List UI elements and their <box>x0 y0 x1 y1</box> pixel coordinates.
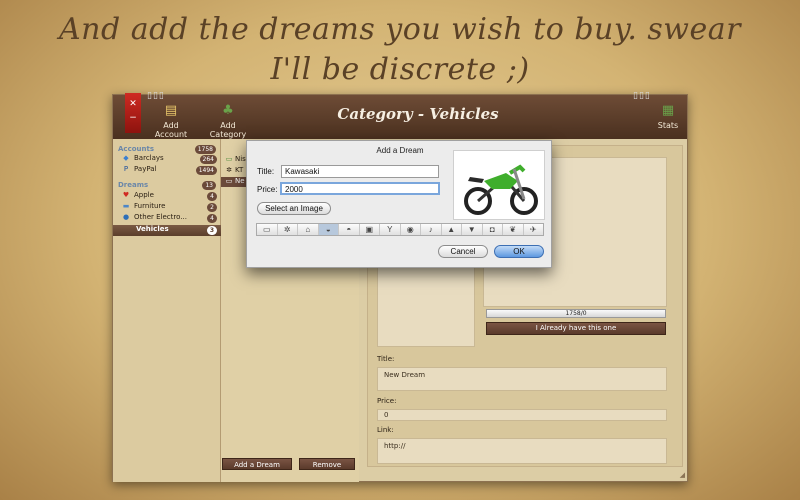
accounts-header: Accounts <box>118 145 155 153</box>
dreams-header: Dreams <box>118 181 149 189</box>
tree-icon[interactable]: ▲ <box>442 224 462 235</box>
laptop-icon[interactable]: ▭ <box>257 224 278 235</box>
close-icon[interactable]: ✕ <box>125 97 141 111</box>
sidebar-item-paypal[interactable]: P PayPal 1494 <box>121 165 217 176</box>
add-dream-dialog: Add a Dream Title: Kawasaki Price: 2000 … <box>246 140 552 268</box>
dialog-price-input[interactable]: 2000 <box>280 182 440 195</box>
stats-icon: ▦ <box>661 103 675 118</box>
accounts-count: 1758 <box>194 145 216 154</box>
binder-rings-icon: ▯▯▯ <box>147 91 165 101</box>
dialog-title-input[interactable]: Kawasaki <box>281 165 439 178</box>
link-label: Link: <box>377 426 394 434</box>
title-field[interactable]: New Dream <box>377 367 667 391</box>
add-category-button[interactable]: ♣ Add Category <box>201 103 255 139</box>
furniture-icon: ▬ <box>122 202 130 210</box>
binder-rings-icon: ▯▯▯ <box>633 91 651 101</box>
car-icon[interactable]: ◒ <box>318 224 339 235</box>
add-account-label: Add Account <box>154 121 188 139</box>
cake-icon[interactable]: ◓ <box>339 224 360 235</box>
add-category-label: Add Category <box>209 121 247 139</box>
gift-icon[interactable]: ▣ <box>360 224 380 235</box>
ok-button[interactable]: OK <box>494 245 544 258</box>
remove-button[interactable]: Remove <box>299 458 355 470</box>
count-badge: 2 <box>207 203 217 212</box>
toolbar: ✕ − ▯▯▯ ▯▯▯ ▤ Add Account ♣ Add Category… <box>113 91 687 139</box>
count-badge: 1494 <box>195 166 217 175</box>
house-icon[interactable]: ⌂ <box>298 224 319 235</box>
dreams-count: 13 <box>202 181 216 190</box>
globe-icon: ● <box>122 213 130 221</box>
category-icon-bar: ▭ ✲ ⌂ ◒ ◓ ▣ Y ◉ ♪ ▲ ▼ ◘ ❦ ✈ <box>256 223 544 236</box>
sidebar-item-vehicles[interactable]: Vehicles 3 <box>113 225 221 236</box>
plane-icon[interactable]: ✈ <box>524 224 544 235</box>
guitar-icon[interactable]: ♪ <box>421 224 442 235</box>
image-preview <box>453 150 545 220</box>
sidebar: Accounts 1758 ◆ Barclays 264 P PayPal 1494… <box>113 139 221 482</box>
select-image-button[interactable]: Select an Image <box>257 202 331 215</box>
window-controls[interactable]: ✕ − <box>125 93 141 133</box>
title-label: Title: <box>377 355 395 363</box>
already-have-button[interactable]: I Already have this one <box>486 322 666 335</box>
laptop-icon: ▭ <box>225 177 233 185</box>
gear-icon: ✲ <box>226 166 232 174</box>
add-dream-button[interactable]: Add a Dream <box>222 458 292 470</box>
link-field[interactable]: http:// <box>377 438 667 464</box>
cancel-button[interactable]: Cancel <box>438 245 488 258</box>
minimize-icon[interactable]: − <box>125 111 141 125</box>
progress-bar: 1758/0 <box>486 309 666 318</box>
gear-icon[interactable]: ✲ <box>278 224 298 235</box>
sidebar-item-apple[interactable]: ♥ Apple 4 <box>121 191 217 202</box>
leaf-icon[interactable]: ❦ <box>503 224 524 235</box>
sidebar-item-other-electronics[interactable]: ● Other Electro... 4 <box>121 213 217 224</box>
price-label: Price: <box>377 397 397 405</box>
coins-icon: ▤ <box>164 103 178 118</box>
apple-icon: ♥ <box>122 191 130 199</box>
car-icon: ▭ <box>225 155 233 163</box>
plant-icon: ♣ <box>222 103 234 118</box>
sidebar-item-barclays[interactable]: ◆ Barclays 264 <box>121 154 217 165</box>
resize-grip-icon[interactable]: ◢ <box>680 471 685 479</box>
count-badge: 4 <box>207 192 217 201</box>
dialog-title-label: Title: <box>257 167 275 176</box>
paypal-icon: P <box>123 165 129 173</box>
sidebar-item-furniture[interactable]: ▬ Furniture 2 <box>121 202 217 213</box>
stats-button[interactable]: ▦ Stats <box>653 103 683 130</box>
camera-icon[interactable]: ◘ <box>483 224 503 235</box>
motorbike-icon <box>464 164 538 215</box>
pan-icon[interactable]: ◉ <box>401 224 421 235</box>
stats-label: Stats <box>657 121 679 130</box>
cocktail-icon[interactable]: Y <box>380 224 401 235</box>
dialog-price-label: Price: <box>257 185 278 194</box>
category-title: Category - Vehicles <box>337 105 499 123</box>
shirt-icon[interactable]: ▼ <box>462 224 483 235</box>
count-badge: 4 <box>207 214 217 223</box>
count-badge: 264 <box>199 155 217 164</box>
price-field[interactable]: 0 <box>377 409 667 421</box>
shield-icon: ◆ <box>123 154 129 162</box>
headline: And add the dreams you wish to buy. swea… <box>59 12 741 87</box>
add-account-button[interactable]: ▤ Add Account <box>147 103 195 139</box>
count-badge: 3 <box>206 226 217 235</box>
